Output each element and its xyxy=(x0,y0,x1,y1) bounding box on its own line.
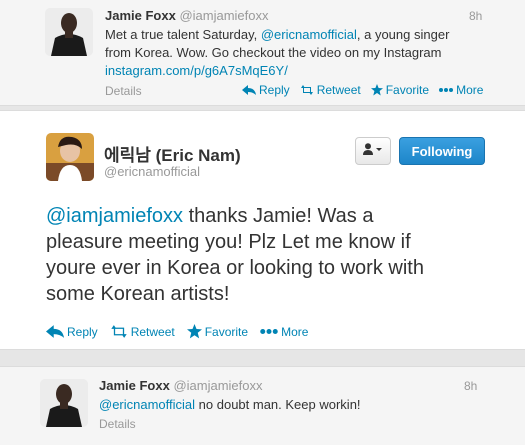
tweet-text: Met a true talent Saturday, @ericnamoffi… xyxy=(105,27,450,78)
favorite-button[interactable]: Favorite xyxy=(370,83,429,97)
mention-link[interactable]: @ericnamofficial xyxy=(261,27,357,42)
details-link[interactable]: Details xyxy=(99,417,136,431)
mention-link[interactable]: @iamjamiefoxx xyxy=(46,205,183,227)
avatar[interactable] xyxy=(45,8,93,56)
mention-link[interactable]: @ericnamofficial xyxy=(99,397,195,412)
timestamp[interactable]: 8h xyxy=(464,379,477,393)
tweet-actions: Reply Retweet Favorite More xyxy=(242,83,493,97)
user-actions-button[interactable] xyxy=(355,137,391,165)
user-icon xyxy=(363,142,383,160)
avatar[interactable] xyxy=(40,379,88,427)
tweet-jamie-1[interactable]: Jamie Foxx @iamjamiefoxx 8h Met a true t… xyxy=(0,0,525,106)
reply-button[interactable]: Reply xyxy=(242,83,290,97)
author-handle[interactable]: @iamjamiefoxx xyxy=(173,378,262,393)
tweet-actions: Reply Retweet Favorite More xyxy=(46,324,318,339)
retweet-button[interactable]: Retweet xyxy=(110,325,175,339)
reply-icon xyxy=(46,325,64,338)
star-icon xyxy=(186,324,202,339)
timestamp[interactable]: 8h xyxy=(469,9,482,23)
tweet-text: @iamjamiefoxx thanks Jamie! Was a pleasu… xyxy=(46,205,424,305)
tweet-jamie-reply[interactable]: Jamie Foxx @iamjamiefoxx 8h @ericnamoffi… xyxy=(0,366,525,445)
tweet-header: Jamie Foxx @iamjamiefoxx xyxy=(99,378,263,393)
more-dots-icon xyxy=(439,88,454,92)
more-button[interactable]: More xyxy=(439,83,483,97)
star-icon xyxy=(370,84,383,96)
more-button[interactable]: More xyxy=(260,325,308,339)
author-handle[interactable]: @ericnamofficial xyxy=(104,164,200,179)
retweet-icon xyxy=(300,85,314,95)
author-name[interactable]: Jamie Foxx xyxy=(99,378,170,393)
retweet-icon xyxy=(110,325,128,338)
favorite-button[interactable]: Favorite xyxy=(186,324,248,339)
instagram-link[interactable]: instagram.com/p/g6A7sMqE6Y/ xyxy=(105,63,288,78)
reply-icon xyxy=(242,85,256,95)
avatar[interactable] xyxy=(46,133,94,181)
author-handle[interactable]: @iamjamiefoxx xyxy=(179,8,268,23)
retweet-button[interactable]: Retweet xyxy=(300,83,361,97)
author-name[interactable]: 에릭남 (Eric Nam) xyxy=(104,146,241,165)
reply-button[interactable]: Reply xyxy=(46,325,98,339)
tweet-ericnam[interactable]: 에릭남 (Eric Nam) @ericnamofficial Followin… xyxy=(0,110,525,350)
author-name[interactable]: Jamie Foxx xyxy=(105,8,176,23)
more-dots-icon xyxy=(260,329,278,334)
tweet-header: Jamie Foxx @iamjamiefoxx xyxy=(105,8,269,23)
following-button[interactable]: Following xyxy=(399,137,485,165)
details-link[interactable]: Details xyxy=(105,84,142,98)
author-name-row: 에릭남 (Eric Nam) xyxy=(104,141,241,166)
tweet-text: @ericnamofficial no doubt man. Keep work… xyxy=(99,397,361,412)
